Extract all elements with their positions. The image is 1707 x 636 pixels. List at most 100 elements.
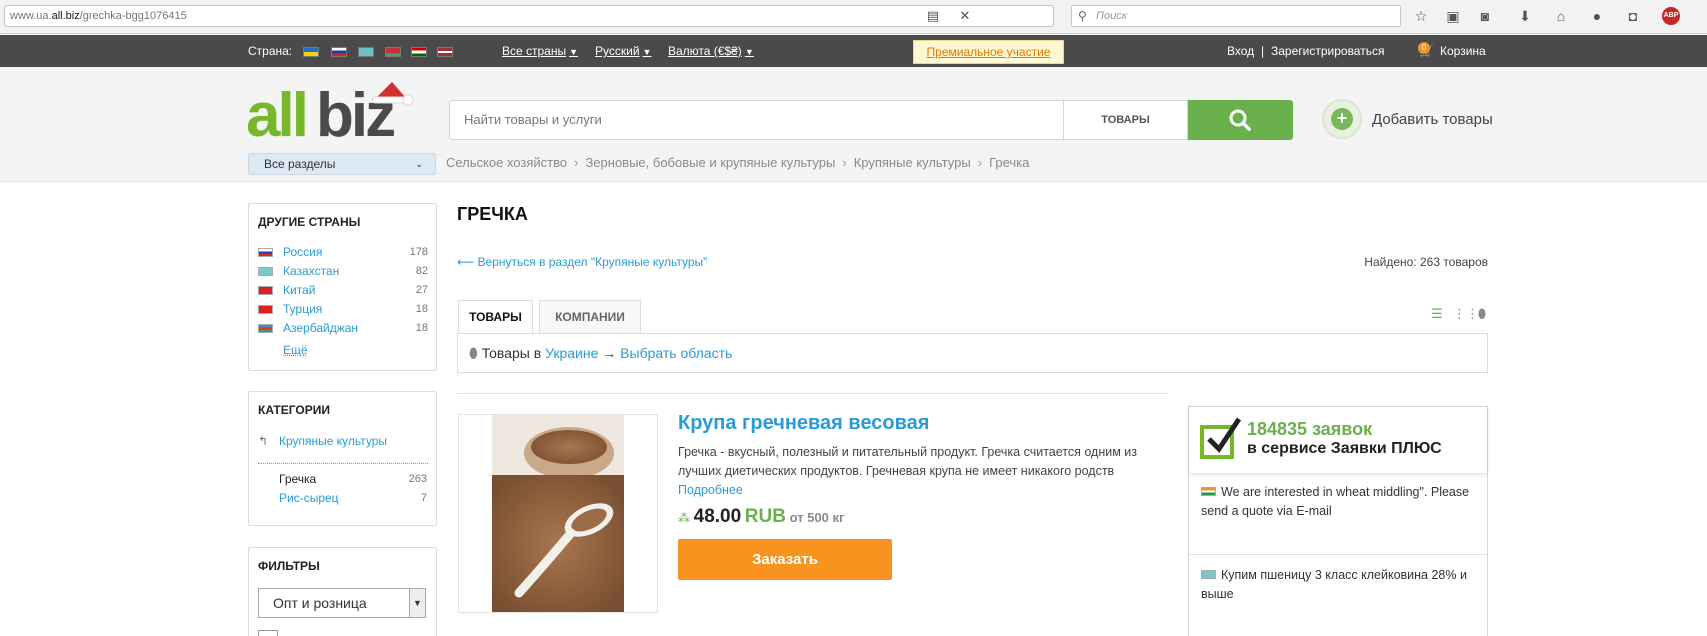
browser-search-field[interactable]: ⚲ Поиск — [1071, 5, 1401, 27]
country-item[interactable]: Азербайджан 18 — [258, 320, 428, 338]
flag-kazakhstan[interactable] — [358, 47, 374, 57]
region-prefix: Товары в — [481, 345, 542, 361]
search-icon — [1229, 109, 1251, 131]
request-item[interactable]: Купим пшеницу 3 класс клейковина 28% и в… — [1201, 566, 1477, 604]
grid-view-icon[interactable]: ⋮⋮ — [1453, 307, 1479, 321]
description-text: Гречка - вкусный, полезный и питательный… — [678, 445, 1137, 478]
shield-icon[interactable]: ◘ — [1624, 7, 1642, 25]
region-bar: ⬮ Товары в Украине → Выбрать область — [457, 333, 1488, 373]
bookmark-star-icon[interactable]: ☆ — [1412, 7, 1430, 25]
page-title: ГРЕЧКА — [457, 204, 528, 224]
tab-products[interactable]: ТОВАРЫ — [458, 300, 533, 334]
price-value: 48.00 — [693, 506, 742, 527]
adblock-icon[interactable]: ABP — [1662, 7, 1680, 25]
premium-link[interactable]: Премиальное участие — [913, 40, 1064, 64]
country-name: Россия — [283, 245, 323, 259]
address-bar[interactable]: www.ua.all.biz/grechka-bgg1076415 ▤ ✕ — [4, 5, 1054, 27]
country-item[interactable]: Казахстан 82 — [258, 263, 428, 281]
flag-india — [1201, 487, 1216, 496]
chevron-down-icon: ⌄ — [415, 159, 423, 169]
min-order: от 500 кг — [789, 510, 845, 525]
all-sections-dropdown[interactable]: Все разделы ⌄ — [248, 153, 436, 175]
flag-kazakhstan — [1201, 570, 1216, 579]
breadcrumb-item[interactable]: Сельское хозяйство — [446, 155, 567, 170]
subcategory-link[interactable]: Рис-сырец — [279, 491, 339, 505]
all-countries-dropdown[interactable]: Все страны ▼ — [502, 44, 578, 58]
search-category-select[interactable]: ТОВАРЫ — [1063, 100, 1188, 140]
request-item[interactable]: We are interested in wheat middling". Pl… — [1201, 483, 1477, 521]
more-link[interactable]: Подробнее — [678, 483, 743, 497]
allbiz-logo[interactable]: all biz — [246, 80, 416, 142]
breadcrumb-item[interactable]: Зерновые, бобовые и крупяные культуры — [585, 155, 835, 170]
flag-kazakhstan — [258, 267, 273, 276]
flag-azerbaijan — [258, 324, 273, 333]
all-countries-label: Все страны — [502, 44, 567, 58]
country-item[interactable]: Турция 18 — [258, 301, 428, 319]
browser-search-placeholder: Поиск — [1096, 10, 1127, 22]
tab-companies[interactable]: КОМПАНИИ — [539, 300, 641, 333]
flag-russia[interactable] — [331, 47, 347, 57]
download-icon[interactable]: ⬇ — [1516, 7, 1534, 25]
login-link[interactable]: Вход — [1227, 44, 1254, 58]
language-dropdown[interactable]: Русский ▼ — [595, 44, 651, 58]
subcategory-count: 263 — [408, 473, 427, 485]
wholesale-retail-select[interactable]: Опт и розница ▼ — [258, 588, 426, 618]
register-link[interactable]: Зарегистрироваться — [1271, 44, 1384, 58]
home-icon[interactable]: ⌂ — [1552, 7, 1570, 25]
list-view-icon[interactable]: ☰ — [1430, 307, 1444, 321]
product-price: ⁂ 48.00 RUB от 500 кг — [678, 506, 844, 528]
breadcrumb: Сельское хозяйство › Зерновые, бобовые и к… — [446, 155, 1029, 170]
svg-text:biz: biz — [316, 81, 394, 142]
chevron-down-icon: ▼ — [744, 47, 754, 57]
map-pin-icon[interactable]: ⬮ — [1475, 307, 1489, 321]
back-arrow-icon: ↰ — [258, 434, 269, 448]
requests-count: 184835 заявок — [1247, 419, 1373, 439]
country-count: 82 — [415, 265, 428, 277]
url-domain: all.biz — [51, 10, 80, 22]
divider — [258, 463, 428, 464]
categories-title: КАТЕГОРИИ — [258, 403, 330, 417]
currency-dropdown[interactable]: Валюта (€$₴) ▼ — [668, 44, 754, 58]
back-to-category-link[interactable]: ⟵ Вернуться в раздел "Крупяные культуры" — [457, 255, 707, 269]
chevron-down-icon: ▼ — [642, 47, 652, 57]
chat-icon[interactable]: ● — [1588, 7, 1606, 25]
stop-icon[interactable]: ✕ — [955, 6, 975, 26]
search-button[interactable] — [1188, 100, 1293, 140]
chevron-right-icon: › — [977, 155, 983, 170]
search-icon: ⚲ — [1078, 9, 1087, 23]
filter-checkbox[interactable] — [258, 630, 278, 636]
pocket-icon[interactable]: ◙ — [1476, 7, 1494, 25]
flag-ukraine[interactable] — [303, 47, 319, 57]
product-title-link[interactable]: Крупа гречневая весовая — [678, 412, 929, 435]
language-label: Русский — [595, 44, 640, 58]
clipboard-icon[interactable]: ▣ — [1444, 7, 1462, 25]
cart-link[interactable]: Корзина — [1440, 44, 1486, 58]
other-countries-title: ДРУГИЕ СТРАНЫ — [258, 215, 361, 229]
select-value: Опт и розница — [273, 595, 367, 611]
order-button[interactable]: Заказать — [678, 539, 892, 580]
other-countries-panel: ДРУГИЕ СТРАНЫ Россия 178 Казахстан 82 Кита… — [248, 203, 437, 371]
requests-header[interactable]: 184835 заявок в сервисе Заявки ПЛЮС — [1189, 407, 1487, 473]
breadcrumb-item[interactable]: Крупяные культуры — [854, 155, 971, 170]
main-search-input[interactable]: Найти товары и услуги — [449, 100, 1064, 140]
country-item[interactable]: Китай 27 — [258, 282, 428, 300]
chevron-right-icon: › — [842, 155, 847, 170]
country-count: 18 — [415, 303, 428, 315]
choose-region-link[interactable]: Выбрать область — [620, 345, 732, 361]
reader-view-icon[interactable]: ▤ — [923, 6, 943, 26]
add-products-button[interactable]: + — [1322, 99, 1362, 139]
add-products-label[interactable]: Добавить товары — [1372, 111, 1493, 128]
buckwheat-photo — [492, 415, 624, 612]
parent-category-link[interactable]: Крупяные культуры — [279, 434, 387, 448]
cart-count-badge: 0 — [1418, 42, 1430, 54]
flag-country[interactable] — [437, 47, 453, 57]
country-item[interactable]: Россия 178 — [258, 244, 428, 262]
flag-country[interactable] — [411, 47, 427, 57]
product-image[interactable] — [458, 414, 658, 613]
country-name: Китай — [283, 283, 316, 297]
flag-belarus[interactable] — [385, 47, 401, 57]
region-country-link[interactable]: Украине — [545, 345, 598, 361]
url-path: /grechka-bgg1076415 — [79, 10, 187, 22]
categories-panel: КАТЕГОРИИ ↰ Крупяные культуры Гречка 263… — [248, 391, 437, 526]
more-countries-link[interactable]: Ещё — [283, 343, 308, 357]
